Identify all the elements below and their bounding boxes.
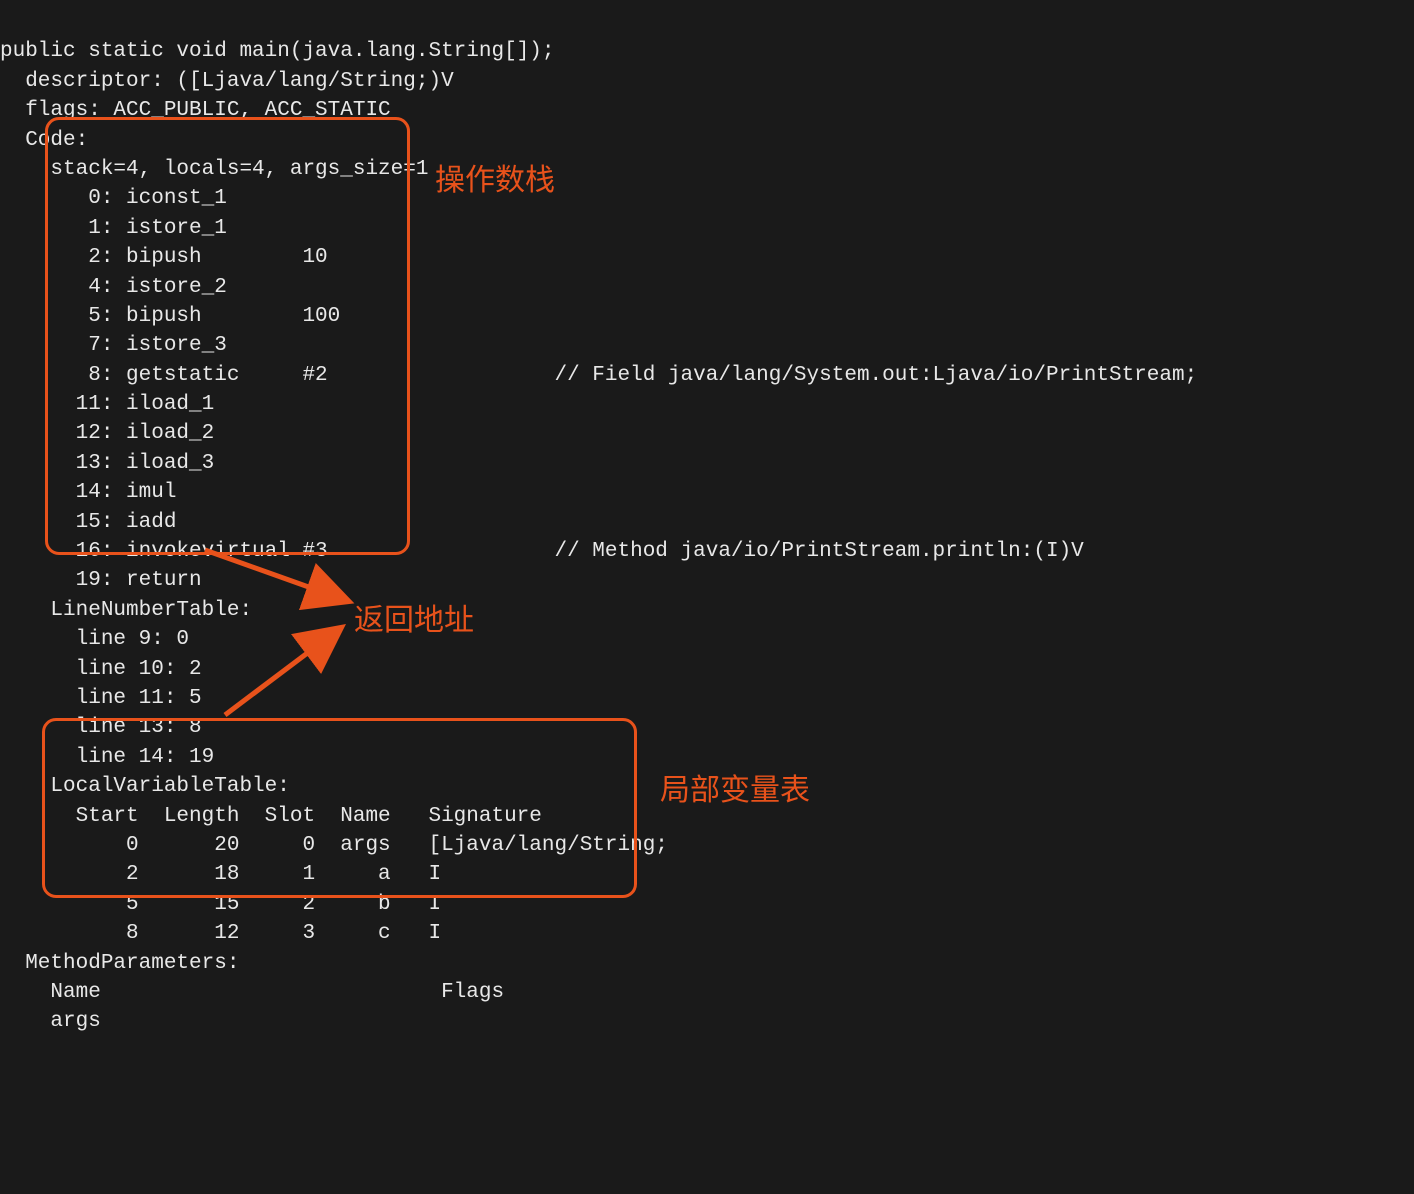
stack-line: stack=4, locals=4, args_size=1 <box>0 158 428 181</box>
line-number-row: line 10: 2 <box>0 658 202 681</box>
mp-row: args <box>0 1010 101 1033</box>
instruction-line: 1: istore_1 <box>0 217 227 240</box>
method-parameters-label: MethodParameters: <box>0 952 239 975</box>
instruction-line: 12: iload_2 <box>0 422 214 445</box>
line-number-row: line 14: 19 <box>0 746 214 769</box>
line-number-row: line 13: 8 <box>0 716 202 739</box>
instruction-line: 7: istore_3 <box>0 334 227 357</box>
bytecode-dump: public static void main(java.lang.String… <box>0 8 1414 1037</box>
descriptor-line: descriptor: ([Ljava/lang/String;)V <box>0 70 454 93</box>
local-variable-table-label: LocalVariableTable: <box>0 775 290 798</box>
instruction-line: 13: iload_3 <box>0 452 214 475</box>
operand-stack-annotation: 操作数栈 <box>435 160 555 202</box>
instruction-line: 0: iconst_1 <box>0 187 227 210</box>
mp-header: Name Flags <box>0 981 504 1004</box>
line-number-row: line 9: 0 <box>0 628 189 651</box>
instruction-line: 4: istore_2 <box>0 276 227 299</box>
flags-line: flags: ACC_PUBLIC, ACC_STATIC <box>0 99 391 122</box>
instruction-line: 19: return <box>0 569 202 592</box>
local-variable-table-annotation: 局部变量表 <box>660 770 810 812</box>
instruction-line: 8: getstatic #2 // Field java/lang/Syste… <box>0 364 1197 387</box>
method-signature: public static void main(java.lang.String… <box>0 40 555 63</box>
code-label: Code: <box>0 129 88 152</box>
lvt-row: 5 15 2 b I <box>0 893 441 916</box>
instruction-line: 16: invokevirtual #3 // Method java/io/P… <box>0 540 1084 563</box>
lvt-row: 2 18 1 a I <box>0 863 441 886</box>
return-address-annotation: 返回地址 <box>354 600 474 642</box>
instruction-line: 2: bipush 10 <box>0 246 328 269</box>
lvt-row: 0 20 0 args [Ljava/lang/String; <box>0 834 668 857</box>
instruction-line: 5: bipush 100 <box>0 305 340 328</box>
instruction-line: 11: iload_1 <box>0 393 214 416</box>
line-number-row: line 11: 5 <box>0 687 202 710</box>
lvt-header: Start Length Slot Name Signature <box>0 805 542 828</box>
line-number-table-label: LineNumberTable: <box>0 599 252 622</box>
instruction-line: 14: imul <box>0 481 176 504</box>
lvt-row: 8 12 3 c I <box>0 922 441 945</box>
instruction-line: 15: iadd <box>0 511 176 534</box>
